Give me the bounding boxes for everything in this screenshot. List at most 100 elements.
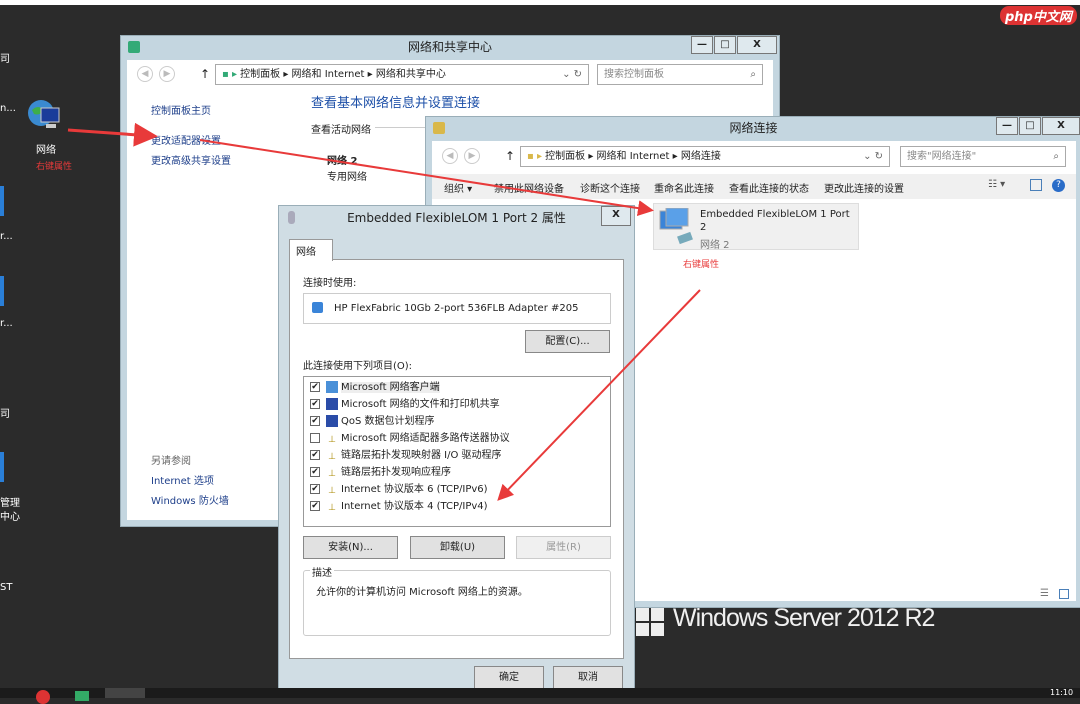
properties-button[interactable]: 属性(R)	[516, 536, 611, 559]
back-button[interactable]: ◀	[442, 148, 458, 164]
desktop-edge-label: ST	[0, 582, 12, 593]
taskbar-active-app[interactable]	[105, 688, 145, 698]
network-icon-label: 网络	[36, 141, 56, 156]
breadcrumb-item[interactable]: 网络和 Internet	[597, 151, 670, 162]
command-bar: 组织 ▾ 禁用此网络设备 诊断这个连接 重命名此连接 查看此连接的状态 更改此连…	[432, 174, 1076, 199]
checkbox[interactable]	[310, 433, 320, 443]
uninstall-button[interactable]: 卸载(U)	[410, 536, 505, 559]
page-heading: 查看基本网络信息并设置连接	[311, 92, 480, 111]
diagnose-button[interactable]: 诊断这个连接	[580, 180, 640, 195]
disable-device-button[interactable]: 禁用此网络设备	[494, 180, 564, 195]
service-icon	[326, 398, 338, 410]
breadcrumb-item[interactable]: 网络连接	[681, 151, 721, 162]
ok-button[interactable]: 确定	[474, 666, 544, 689]
close-button[interactable]: X	[737, 36, 777, 54]
adapter-item[interactable]: Embedded FlexibleLOM 1 Port 2 网络 2	[653, 203, 859, 250]
breadcrumb-item[interactable]: 控制面板	[240, 69, 280, 80]
network-name: 网络 2	[327, 152, 357, 167]
see-also-label: 另请参阅	[151, 452, 191, 467]
dialog-title: Embedded FlexibleLOM 1 Port 2 属性	[279, 206, 634, 228]
checkbox[interactable]: ✔	[310, 467, 320, 477]
desktop-app-icon[interactable]	[0, 186, 4, 216]
up-button[interactable]: ↑	[505, 149, 515, 163]
link-change-adapter-settings[interactable]: 更改适配器设置	[151, 132, 221, 147]
back-button[interactable]: ◀	[137, 66, 153, 82]
desktop-edge-label: n...	[0, 103, 16, 114]
address-bar[interactable]: ▪ ▸ 控制面板 ▸ 网络和 Internet ▸ 网络和共享中心 ⌄ ↻	[215, 64, 589, 85]
checkbox[interactable]: ✔	[310, 450, 320, 460]
components-list[interactable]: ✔Microsoft 网络客户端 ✔Microsoft 网络的文件和打印机共享 …	[303, 376, 611, 527]
details-view-icon[interactable]: ☰	[1040, 588, 1049, 599]
breadcrumb-item[interactable]: 控制面板	[545, 151, 585, 162]
change-settings-button[interactable]: 更改此连接的设置	[824, 180, 904, 195]
breadcrumb-item[interactable]: 网络和共享中心	[376, 69, 446, 80]
desktop-app-icon[interactable]	[0, 452, 4, 482]
taskbar-app-icon[interactable]	[36, 690, 50, 704]
large-icons-view-icon[interactable]	[1059, 589, 1069, 599]
windows-logo-icon	[636, 608, 664, 636]
forward-button[interactable]: ▶	[464, 148, 480, 164]
watermark-logo: php中文网	[1000, 6, 1077, 25]
top-strip	[0, 0, 1080, 5]
link-control-panel-home[interactable]: 控制面板主页	[151, 102, 211, 117]
search-input[interactable]: 搜索"网络连接"⌕	[900, 146, 1066, 167]
list-item[interactable]: ✔Microsoft 网络的文件和打印机共享	[310, 396, 500, 413]
checkbox[interactable]: ✔	[310, 484, 320, 494]
window-title: 网络连接	[426, 117, 1080, 139]
breadcrumb-item[interactable]: 网络和 Internet	[292, 69, 365, 80]
link-advanced-sharing[interactable]: 更改高级共享设置	[151, 152, 231, 167]
active-networks-label: 查看活动网络	[311, 121, 371, 136]
window-title: 网络和共享中心	[121, 36, 779, 58]
link-internet-options[interactable]: Internet 选项	[151, 472, 214, 487]
up-button[interactable]: ↑	[200, 67, 210, 81]
checkbox[interactable]: ✔	[310, 399, 320, 409]
maximize-button[interactable]: □	[1019, 117, 1041, 135]
list-item[interactable]: ✔⊥链路层拓扑发现映射器 I/O 驱动程序	[310, 447, 502, 464]
protocol-icon: ⊥	[326, 466, 338, 478]
client-icon	[326, 381, 338, 393]
network-desktop-icon[interactable]	[26, 98, 62, 134]
close-button[interactable]: X	[1042, 117, 1080, 135]
list-item[interactable]: ✔QoS 数据包计划程序	[310, 413, 435, 430]
desktop-app-icon[interactable]	[0, 276, 4, 306]
tab-network[interactable]: 网络	[289, 239, 333, 261]
checkbox[interactable]: ✔	[310, 501, 320, 511]
preview-pane-icon[interactable]	[1030, 179, 1042, 191]
list-item[interactable]: ✔⊥链路层拓扑发现响应程序	[310, 464, 451, 481]
network-annotation: 右键属性	[36, 159, 72, 172]
adapter-icon	[312, 302, 323, 313]
checkbox[interactable]: ✔	[310, 382, 320, 392]
close-button[interactable]: X	[601, 206, 631, 226]
network-type[interactable]: 专用网络	[327, 168, 367, 183]
desktop-edge-label: 管理	[0, 494, 20, 509]
taskbar-app-icon[interactable]	[75, 691, 89, 701]
install-button[interactable]: 安装(N)...	[303, 536, 398, 559]
adapter-name: Embedded FlexibleLOM 1 Port 2	[700, 208, 856, 234]
annotation: 右键属性	[683, 257, 719, 270]
list-item[interactable]: ⊥Microsoft 网络适配器多路传送器协议	[310, 430, 510, 447]
desktop-edge-label: 司	[0, 405, 10, 420]
search-input[interactable]: 搜索控制面板⌕	[597, 64, 763, 85]
configure-button[interactable]: 配置(C)...	[525, 330, 610, 353]
minimize-button[interactable]: —	[996, 117, 1018, 135]
list-item[interactable]: ✔⊥Internet 协议版本 6 (TCP/IPv6)	[310, 481, 488, 498]
cancel-button[interactable]: 取消	[553, 666, 623, 689]
tab-panel: 连接时使用: HP FlexFabric 10Gb 2-port 536FLB …	[289, 259, 624, 659]
desktop-edge-label: r...	[0, 318, 13, 329]
link-windows-firewall[interactable]: Windows 防火墙	[151, 492, 229, 507]
view-options-icon[interactable]: ☷ ▾	[988, 179, 1005, 190]
checkbox[interactable]: ✔	[310, 416, 320, 426]
address-bar[interactable]: ▪ ▸ 控制面板 ▸ 网络和 Internet ▸ 网络连接 ⌄ ↻	[520, 146, 890, 167]
rename-button[interactable]: 重命名此连接	[654, 180, 714, 195]
minimize-button[interactable]: —	[691, 36, 713, 54]
maximize-button[interactable]: □	[714, 36, 736, 54]
organize-menu[interactable]: 组织 ▾	[444, 180, 472, 195]
list-item[interactable]: ✔⊥Internet 协议版本 4 (TCP/IPv4)	[310, 498, 488, 515]
protocol-icon: ⊥	[326, 500, 338, 512]
forward-button[interactable]: ▶	[159, 66, 175, 82]
protocol-icon: ⊥	[326, 449, 338, 461]
list-item[interactable]: ✔Microsoft 网络客户端	[310, 379, 440, 396]
view-status-button[interactable]: 查看此连接的状态	[729, 180, 809, 195]
desktop-edge-label: 司	[0, 50, 10, 65]
help-icon[interactable]: ?	[1052, 179, 1065, 192]
